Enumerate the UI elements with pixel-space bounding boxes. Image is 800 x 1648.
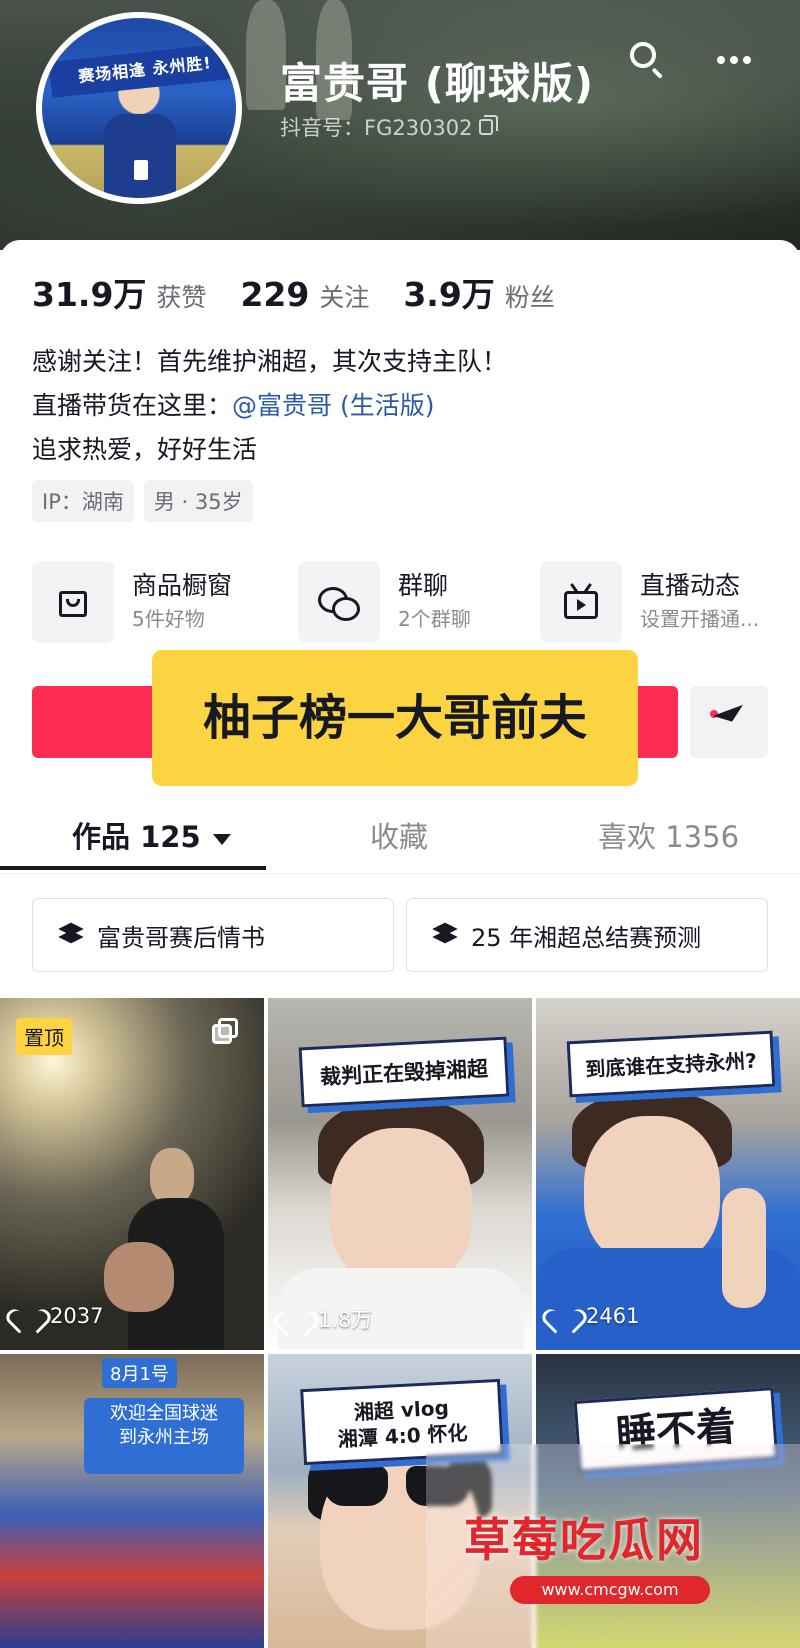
likes-count: 1.8万 <box>318 1308 373 1332</box>
avatar[interactable]: 赛场相逢 永州胜! <box>36 12 242 204</box>
caret-down-icon <box>212 833 231 845</box>
share-button[interactable] <box>690 686 768 758</box>
video-title-sticker: 裁判正在毁掉湘超 <box>298 1036 510 1108</box>
video-thumbnail[interactable]: 裁判正在毁掉湘超 1.8万 <box>268 998 532 1350</box>
person-silhouette <box>150 1148 194 1204</box>
bio-line: 追求热爱，好好生活 <box>32 435 258 464</box>
avatar-badge <box>134 160 148 180</box>
copy-icon[interactable] <box>478 115 498 135</box>
ip-location-tag: IP：湖南 <box>32 480 134 522</box>
stat-value: 31.9万 <box>32 275 147 314</box>
tab-favorites[interactable]: 收藏 <box>370 814 428 856</box>
group-chat-icon <box>298 561 380 643</box>
raised-finger <box>722 1188 766 1308</box>
site-watermark: 草莓吃瓜网 www.cmcgw.com <box>426 1444 800 1648</box>
feature-subtitle: 5件好物 <box>132 607 205 631</box>
feature-subtitle: 2个群聊 <box>398 607 471 631</box>
content-tabs: 作品 125 收藏 喜欢 1356 <box>0 800 800 874</box>
watermark-title: 草莓吃瓜网 <box>464 1513 704 1567</box>
feature-shortcuts: 商品橱窗 5件好物 群聊 2个群聊 直播动态 设置开播通... <box>32 560 800 644</box>
video-thumbnail[interactable]: 置顶 2037 <box>0 998 264 1350</box>
stat-followers[interactable]: 3.9万 粉丝 <box>403 268 554 316</box>
feature-title: 商品橱窗 <box>132 571 233 600</box>
multi-image-icon <box>212 1018 240 1044</box>
pinned-badge: 置顶 <box>16 1018 72 1055</box>
caption-line: 欢迎全国球迷 <box>110 1403 218 1424</box>
caption-line: 到永州主场 <box>119 1427 209 1448</box>
active-tab-indicator <box>0 866 266 870</box>
heart-icon <box>14 1304 40 1328</box>
person-face <box>584 1116 720 1266</box>
profile-tags: IP：湖南 男 · 35岁 <box>32 480 253 522</box>
stat-likes-received[interactable]: 31.9万 获赞 <box>32 268 206 316</box>
person-face <box>330 1128 472 1288</box>
douyin-id: 抖音号：FG230302 <box>280 116 473 140</box>
tab-label: 作品 125 <box>72 820 201 854</box>
collection-chip[interactable]: 富贵哥赛后情书 <box>32 898 394 972</box>
video-title-sticker: 到底谁在支持永州? <box>566 1030 776 1098</box>
stat-label: 关注 <box>319 283 370 312</box>
stat-following[interactable]: 229 关注 <box>240 275 369 314</box>
layers-icon <box>58 922 85 947</box>
profile-name: 富贵哥 (聊球版) <box>280 59 595 108</box>
video-likes: 1.8万 <box>282 1304 372 1334</box>
live-tv-icon <box>540 561 622 643</box>
bio-line: 直播带货在这里：@富贵哥 (生活版) <box>32 384 507 428</box>
likes-count: 2461 <box>586 1304 640 1328</box>
stat-value: 3.9万 <box>403 275 495 314</box>
date-label: 8月1号 <box>102 1358 177 1388</box>
tab-works[interactable]: 作品 125 <box>72 814 231 856</box>
gender-age-tag: 男 · 35岁 <box>143 480 253 522</box>
watermark-url: www.cmcgw.com <box>510 1576 710 1604</box>
video-thumbnail[interactable]: 到底谁在支持永州? 2461 <box>536 998 800 1350</box>
feature-title: 群聊 <box>398 571 449 600</box>
feature-product-showcase[interactable]: 商品橱窗 5件好物 <box>32 560 232 644</box>
shopping-bag-icon <box>32 561 114 643</box>
feature-subtitle: 设置开播通... <box>640 607 760 631</box>
heart-icon <box>282 1307 308 1331</box>
heart-icon <box>550 1304 576 1328</box>
feature-title: 直播动态 <box>640 571 741 600</box>
video-thumbnail[interactable]: 8月1号 欢迎全国球迷 到永州主场 <box>0 1354 264 1648</box>
more-options-icon[interactable] <box>712 38 756 82</box>
caption-card: 欢迎全国球迷 到永州主场 <box>84 1398 244 1474</box>
overlay-caption: 柚子榜一大哥前夫 <box>152 650 638 786</box>
bio-account-link[interactable]: @富贵哥 (生活版) <box>232 391 434 420</box>
tab-likes[interactable]: 喜欢 1356 <box>598 814 739 856</box>
stat-label: 获赞 <box>156 283 207 312</box>
search-icon[interactable] <box>624 38 668 82</box>
collection-label: 25 年湘超总结赛预测 <box>471 923 702 952</box>
send-arrow-icon <box>712 704 748 728</box>
video-likes: 2037 <box>14 1304 103 1328</box>
avatar-banner-text: 赛场相逢 永州胜! <box>48 42 236 98</box>
douyin-id-row: 抖音号：FG230302 <box>280 112 498 142</box>
stat-value: 229 <box>240 275 310 314</box>
profile-bio: 感谢关注！首先维护湘超，其次支持主队！ 直播带货在这里：@富贵哥 (生活版) 追… <box>32 340 507 472</box>
collection-label: 富贵哥赛后情书 <box>97 923 265 952</box>
avatar-person <box>104 114 176 198</box>
profile-stats: 31.9万 获赞 229 关注 3.9万 粉丝 <box>32 268 589 316</box>
layers-icon <box>432 922 459 947</box>
stat-label: 粉丝 <box>504 283 555 312</box>
bio-line: 感谢关注！首先维护湘超，其次支持主队！ <box>32 347 508 376</box>
video-likes: 2461 <box>550 1304 639 1328</box>
collection-chips: 富贵哥赛后情书 25 年湘超总结赛预测 <box>32 898 768 972</box>
feature-group-chat[interactable]: 群聊 2个群聊 <box>298 560 471 644</box>
collection-chip[interactable]: 25 年湘超总结赛预测 <box>406 898 768 972</box>
likes-count: 2037 <box>50 1304 104 1328</box>
bio-line-prefix: 直播带货在这里： <box>32 391 233 420</box>
feature-live-updates[interactable]: 直播动态 设置开播通... <box>540 560 759 644</box>
person-silhouette <box>104 1242 174 1312</box>
